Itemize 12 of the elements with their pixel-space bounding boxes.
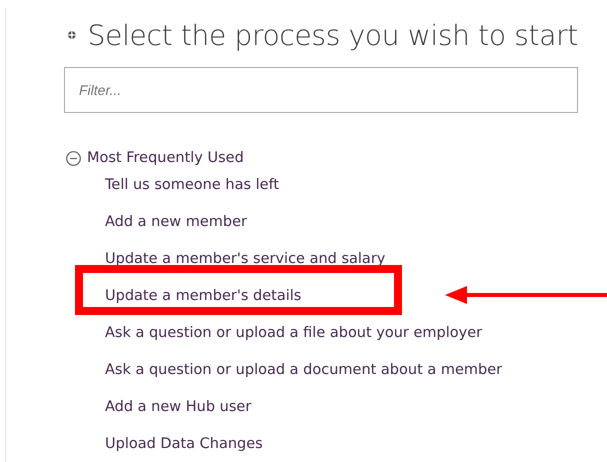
process-link[interactable]: Update a member's service and salary [105, 250, 386, 266]
process-link[interactable]: Update a member's details [105, 288, 302, 304]
filter-field[interactable]: Filter... [64, 67, 578, 113]
process-link[interactable]: Tell us someone has left [105, 176, 280, 192]
process-link[interactable]: Add a new member [105, 214, 248, 230]
process-link[interactable]: Ask a question or upload a file about your employer [105, 324, 482, 340]
process-link[interactable]: Add a new Hub user [105, 398, 252, 414]
group-toggle[interactable]: Most Frequently Used [64, 150, 244, 166]
process-link[interactable]: Upload Data Changes [105, 436, 263, 452]
page-title: Select the process you wish to start [88, 18, 578, 52]
collapse-icon [66, 150, 81, 166]
process-link[interactable]: Ask a question or upload a document about a member [105, 362, 502, 378]
